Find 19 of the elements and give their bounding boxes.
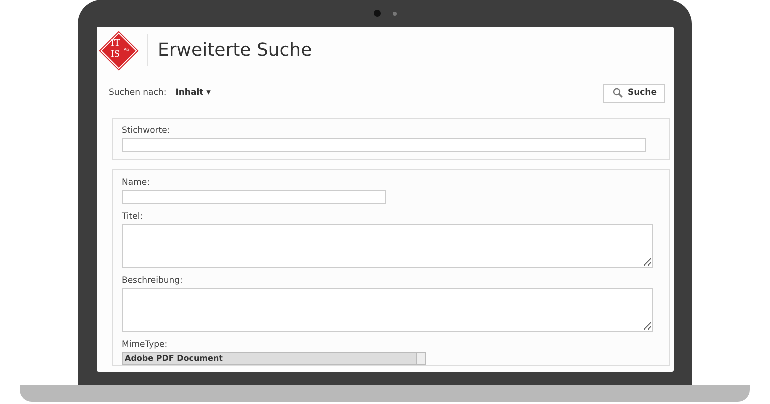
- search-icon: [612, 88, 623, 98]
- select-list[interactable]: Adobe PDF Document: [122, 352, 426, 365]
- text-area[interactable]: [122, 224, 653, 268]
- input-field[interactable]: [122, 190, 386, 204]
- field-label: MimeType:: [122, 340, 169, 350]
- field-label: Beschreibung:: [122, 276, 184, 286]
- logo-text: IT: [111, 38, 120, 49]
- search-button[interactable]: Suche: [602, 84, 665, 102]
- search-by-dropdown[interactable]: Inhalt ▾: [176, 88, 211, 98]
- page-title: Erweiterte Suche: [158, 40, 312, 60]
- field-label: Name:: [122, 178, 151, 188]
- field-label: Stichworte:: [122, 126, 172, 136]
- text-area[interactable]: [122, 288, 653, 332]
- sensor-icon: [393, 12, 397, 16]
- logo-text: IS: [111, 49, 120, 60]
- camera-icon: [374, 10, 381, 17]
- search-by-label: Suchen nach:: [109, 88, 167, 98]
- input-field[interactable]: [122, 138, 646, 152]
- field-label: Titel:: [122, 212, 144, 222]
